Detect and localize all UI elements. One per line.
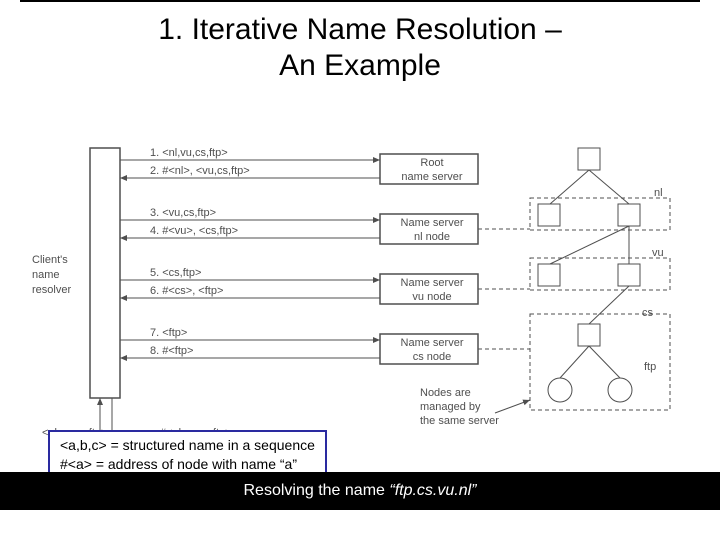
client-label-1: Client's [32, 254, 68, 266]
right-nl-label: nl [654, 187, 663, 199]
step7-label: 7. <ftp> [150, 327, 187, 339]
right-ftp-label: ftp [644, 361, 656, 373]
nodes-note-2: managed by [420, 401, 481, 413]
client-label-2: name [32, 269, 60, 281]
resolution-diagram: Client's name resolver Root name server … [30, 138, 690, 448]
client-label-3: resolver [32, 284, 71, 296]
step2-label: 2. #<nl>, <vu,cs,ftp> [150, 165, 250, 177]
step8-label: 8. #<ftp> [150, 345, 193, 357]
right-cs-label: cs [642, 307, 654, 319]
ns-cs-l2: cs node [413, 351, 452, 363]
root-server-l1: Root [420, 157, 443, 169]
ns-nl-l2: nl node [414, 231, 450, 243]
right-vu-label: vu [652, 247, 664, 259]
ns-nl-l1: Name server [401, 217, 464, 229]
nodes-note-1: Nodes are [420, 387, 471, 399]
footer-bar: Resolving the name “ftp.cs.vu.nl” [0, 472, 720, 510]
ns-vu-l2: vu node [412, 291, 451, 303]
step4-label: 4. #<vu>, <cs,ftp> [150, 225, 238, 237]
footer-prefix: Resolving the name [244, 482, 390, 499]
step6-label: 6. #<cs>, <ftp> [150, 285, 223, 297]
step1-label: 1. <nl,vu,cs,ftp> [150, 147, 228, 159]
title-line-2: An Example [279, 49, 441, 82]
ns-vu-l1: Name server [401, 277, 464, 289]
title-line-1: 1. Iterative Name Resolution – [158, 13, 562, 46]
root-server-l2: name server [401, 171, 462, 183]
legend-line-2: #<a> = address of node with name “a” [60, 455, 315, 474]
slide-title: 1. Iterative Name Resolution – An Exampl… [0, 2, 720, 92]
ns-cs-l1: Name server [401, 337, 464, 349]
nodes-note-3: the same server [420, 415, 499, 427]
step3-label: 3. <vu,cs,ftp> [150, 207, 216, 219]
step5-label: 5. <cs,ftp> [150, 267, 201, 279]
legend-line-1: <a,b,c> = structured name in a sequence [60, 436, 315, 455]
footer-quote: “ftp.cs.vu.nl” [389, 482, 476, 499]
